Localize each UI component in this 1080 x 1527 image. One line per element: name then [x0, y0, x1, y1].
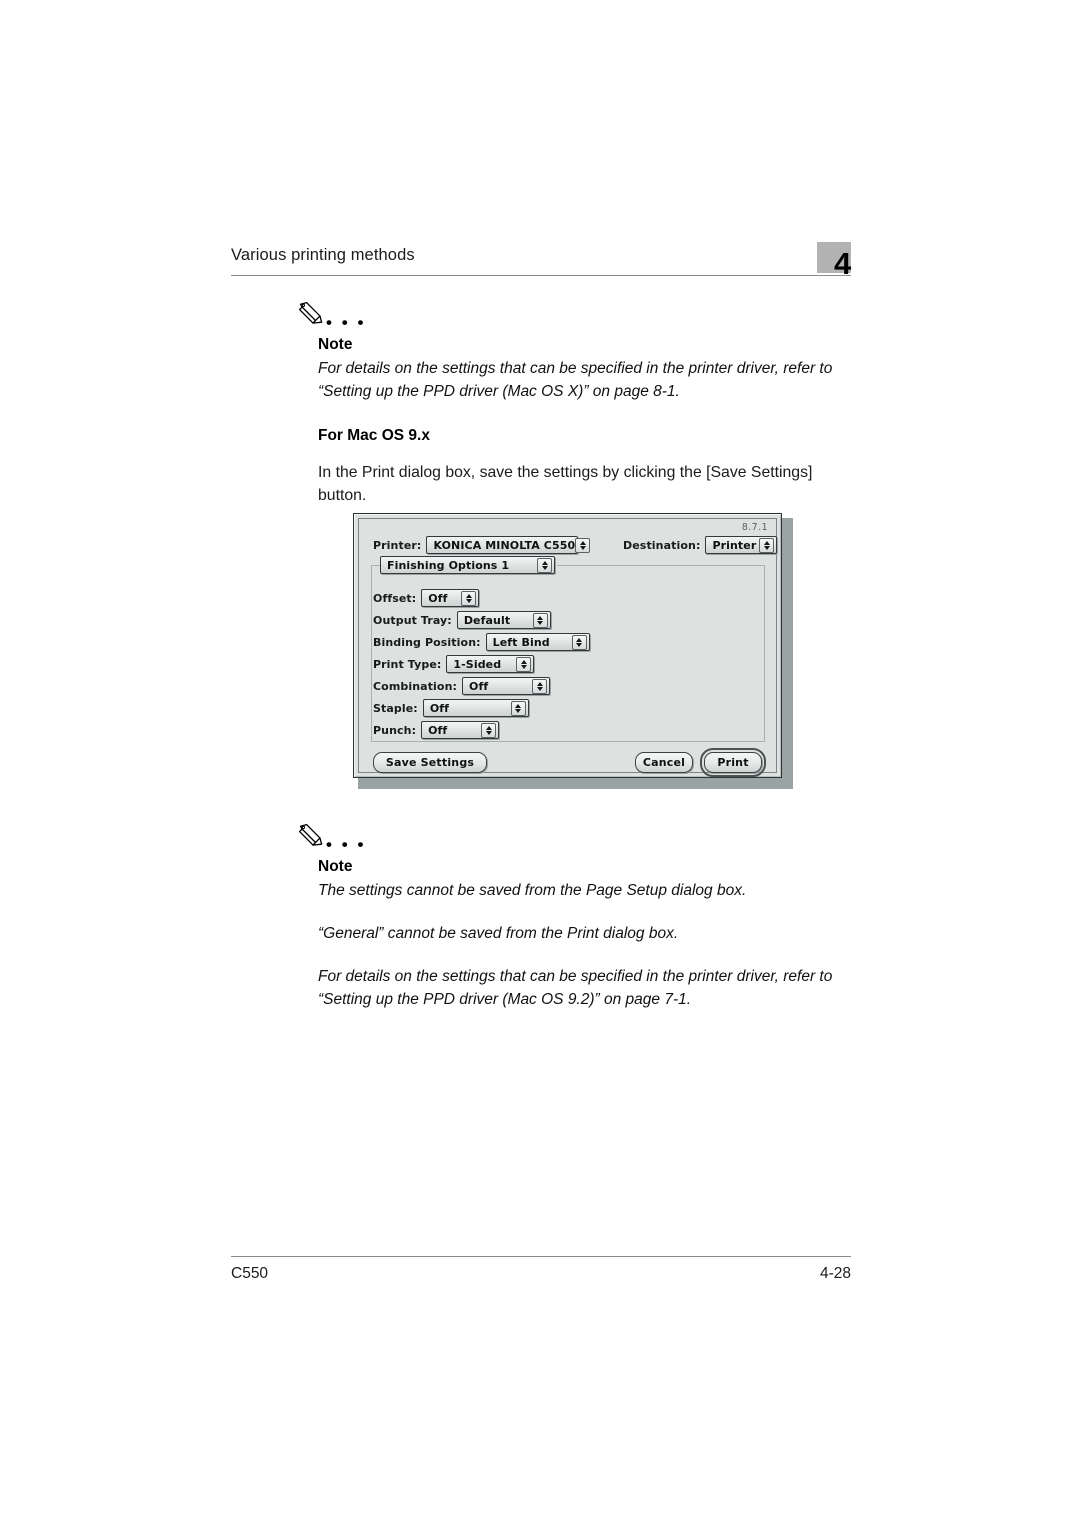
note-paragraph-1: The settings cannot be saved from the Pa…: [318, 882, 747, 899]
header-divider: [231, 275, 851, 276]
note-paragraph-2: “General” cannot be saved from the Print…: [318, 925, 679, 942]
offset-popup[interactable]: Off: [421, 589, 480, 607]
print-type-popup[interactable]: 1-Sided: [446, 655, 535, 673]
note-dots: • • •: [326, 835, 367, 854]
dialog-window: 8.7.1 Printer: KONICA MINOLTA C550 Desti…: [353, 513, 782, 778]
binding-position-label: Binding Position:: [373, 635, 481, 649]
output-tray-label: Output Tray:: [373, 613, 452, 627]
note-block-top: • • • Note For details on the settings t…: [298, 300, 851, 403]
combination-value: Off: [469, 679, 489, 693]
offset-value: Off: [428, 591, 448, 605]
chevron-updown-icon: [571, 634, 587, 650]
print-dialog: 8.7.1 Printer: KONICA MINOLTA C550 Desti…: [353, 513, 793, 789]
note-icon-row: • • •: [298, 822, 851, 856]
chevron-updown-icon: [516, 656, 532, 672]
print-button[interactable]: Print: [704, 752, 762, 773]
field-row-combination: Combination: Off: [373, 677, 551, 695]
chevron-updown-icon: [759, 537, 775, 553]
pane-selector-value: Finishing Options 1: [387, 558, 510, 572]
chevron-updown-icon: [532, 678, 548, 694]
chevron-updown-icon: [532, 612, 548, 628]
note-paragraph-3: For details on the settings that can be …: [318, 968, 833, 1008]
note-label: Note: [318, 336, 353, 353]
destination-popup[interactable]: Printer: [705, 536, 778, 554]
print-button-label: Print: [717, 756, 749, 769]
field-row-staple: Staple: Off: [373, 699, 529, 717]
chevron-updown-icon: [575, 537, 591, 553]
binding-position-value: Left Bind: [492, 635, 550, 649]
print-type-value: 1-Sided: [453, 657, 502, 671]
cancel-button[interactable]: Cancel: [635, 752, 693, 773]
chevron-updown-icon: [510, 700, 526, 716]
binding-position-popup[interactable]: Left Bind: [485, 633, 590, 651]
print-type-label: Print Type:: [373, 657, 442, 671]
pencil-icon: [296, 822, 326, 852]
output-tray-popup[interactable]: Default: [456, 611, 551, 629]
section-heading: For Mac OS 9.x: [318, 427, 430, 444]
combination-popup[interactable]: Off: [462, 677, 551, 695]
chevron-updown-icon: [461, 590, 477, 606]
note-paragraph: For details on the settings that can be …: [318, 360, 833, 400]
staple-popup[interactable]: Off: [422, 699, 529, 717]
pane-selector-popup[interactable]: Finishing Options 1: [380, 556, 555, 574]
note-label: Note: [318, 858, 353, 875]
field-row-punch: Punch: Off: [373, 721, 500, 739]
cancel-button-label: Cancel: [642, 756, 686, 769]
save-settings-button-label: Save Settings: [385, 756, 475, 769]
pencil-icon: [296, 300, 326, 330]
page-header: Various printing methods 4: [231, 242, 851, 282]
dialog-inner-frame: 8.7.1 Printer: KONICA MINOLTA C550 Desti…: [358, 518, 778, 777]
page-content: • • • Note For details on the settings t…: [298, 300, 851, 507]
offset-label: Offset:: [373, 591, 417, 605]
destination-row: Destination: Printer: [623, 536, 778, 554]
destination-label: Destination:: [623, 538, 701, 552]
destination-popup-value: Printer: [712, 538, 757, 552]
note-dots: • • •: [326, 313, 367, 332]
page-content-bottom: • • • Note The settings cannot be saved …: [298, 822, 851, 1011]
printer-row: Printer: KONICA MINOLTA C550: [373, 536, 591, 554]
driver-version-label: 8.7.1: [741, 522, 768, 533]
field-row-print-type: Print Type: 1-Sided: [373, 655, 535, 673]
output-tray-value: Default: [463, 613, 511, 627]
staple-value: Off: [429, 701, 450, 715]
field-row-binding-position: Binding Position: Left Bind: [373, 633, 590, 651]
punch-label: Punch:: [373, 723, 417, 737]
chevron-updown-icon: [481, 722, 497, 738]
field-row-output-tray: Output Tray: Default: [373, 611, 551, 629]
page-title: Various printing methods: [231, 246, 415, 264]
note-block-bottom: • • • Note The settings cannot be saved …: [298, 822, 851, 1011]
combination-label: Combination:: [373, 679, 458, 693]
footer-divider: [231, 1256, 851, 1257]
punch-value: Off: [428, 723, 448, 737]
save-settings-button[interactable]: Save Settings: [373, 752, 487, 773]
printer-popup-value: KONICA MINOLTA C550: [433, 538, 576, 552]
printer-label: Printer:: [373, 538, 422, 552]
note-icon-row: • • •: [298, 300, 851, 334]
printer-popup[interactable]: KONICA MINOLTA C550: [426, 536, 591, 554]
footer-model: C550: [231, 1265, 269, 1282]
footer-page-number: 4-28: [819, 1265, 851, 1282]
field-row-offset: Offset: Off: [373, 589, 480, 607]
chevron-updown-icon: [537, 557, 552, 573]
punch-popup[interactable]: Off: [421, 721, 500, 739]
staple-label: Staple:: [373, 701, 418, 715]
section-paragraph: In the Print dialog box, save the settin…: [318, 464, 813, 504]
